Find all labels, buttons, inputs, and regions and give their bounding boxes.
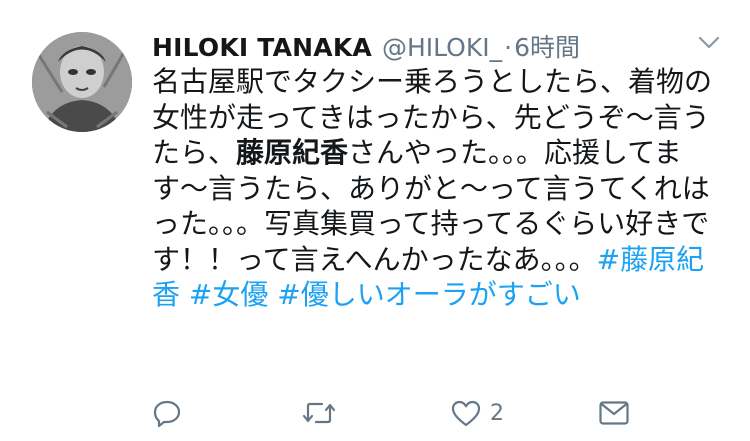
chevron-down-icon[interactable] (698, 36, 720, 50)
reply-button[interactable] (152, 393, 182, 433)
like-count: 2 (490, 400, 504, 426)
retweet-button[interactable] (302, 393, 336, 433)
action-bar: 2 (152, 393, 652, 433)
tweet-header: HILOKI TANAKA @HILOKI_ · 6時間 (152, 28, 730, 66)
reply-icon (153, 400, 181, 428)
tweet-text: 名古屋駅でタクシー乗ろうとしたら、着物の女性が走ってきはったから、先どうぞ〜言う… (152, 64, 712, 313)
hashtag-link[interactable]: #女優 (189, 278, 268, 311)
tweet-text-segment (268, 278, 277, 311)
tweet-text-segment (180, 278, 189, 311)
retweet-icon (302, 402, 336, 424)
display-name[interactable]: HILOKI TANAKA (152, 33, 372, 62)
avatar[interactable] (32, 32, 132, 132)
mention-text: 藤原紀香 (236, 136, 349, 169)
mail-icon (599, 401, 629, 425)
hashtag-link[interactable]: #優しいオーラがすごい (277, 278, 580, 311)
heart-icon (451, 400, 481, 427)
separator-dot: · (504, 33, 513, 62)
timestamp[interactable]: 6時間 (514, 28, 580, 64)
user-handle[interactable]: @HILOKI_ (382, 33, 502, 62)
direct-message-button[interactable] (598, 393, 630, 433)
like-button[interactable]: 2 (450, 393, 504, 433)
